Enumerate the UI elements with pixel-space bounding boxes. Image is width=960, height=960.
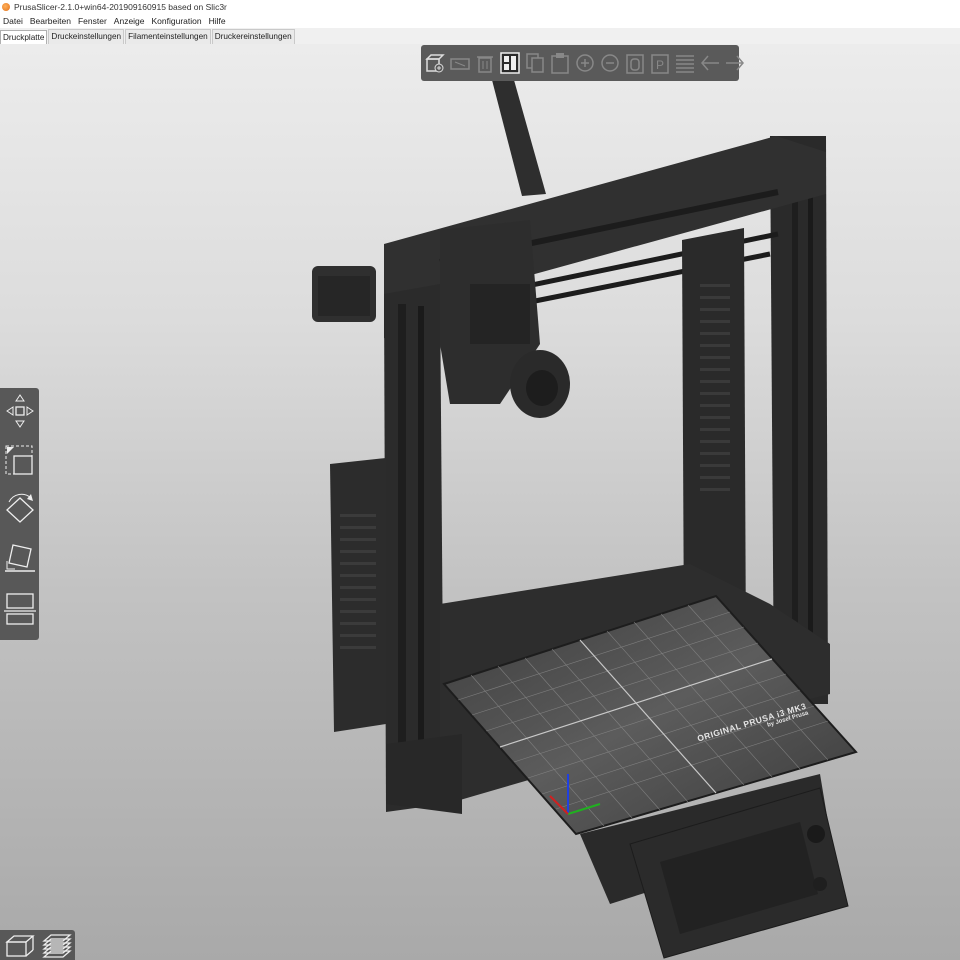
- scale-icon[interactable]: [2, 440, 37, 480]
- preview-layers-icon[interactable]: [40, 931, 74, 959]
- tab-bar: Druckplatte Druckeinstellungen Filamente…: [0, 28, 960, 45]
- prusaslicer-logo-icon: [2, 2, 10, 11]
- move-icon[interactable]: [2, 391, 37, 431]
- printer-model: [312, 80, 858, 959]
- support-points-icon[interactable]: [2, 616, 37, 638]
- arrange-icon[interactable]: [499, 50, 521, 76]
- menu-bearbeiten[interactable]: Bearbeiten: [27, 16, 74, 26]
- window-titlebar: PrusaSlicer-2.1.0+win64-201909160915 bas…: [0, 0, 960, 13]
- redo-icon[interactable]: [724, 50, 746, 76]
- 3d-view-icon[interactable]: [3, 931, 37, 959]
- menu-anzeige[interactable]: Anzeige: [111, 16, 148, 26]
- copy-icon[interactable]: [524, 50, 546, 76]
- rotate-icon[interactable]: [2, 489, 37, 529]
- add-instance-icon[interactable]: [574, 50, 596, 76]
- left-toolbar: [0, 388, 39, 640]
- tab-druckeinstellungen[interactable]: Druckeinstellungen: [48, 29, 125, 44]
- split-parts-icon[interactable]: P: [649, 50, 671, 76]
- tab-druckplatte[interactable]: Druckplatte: [0, 30, 48, 45]
- menu-fenster[interactable]: Fenster: [75, 16, 110, 26]
- paste-icon[interactable]: [549, 50, 571, 76]
- menu-hilfe[interactable]: Hilfe: [206, 16, 229, 26]
- 3d-viewport[interactable]: ORIGINAL PRUSA i3 MK3 by Josef Prusa P: [0, 44, 960, 960]
- menu-konfiguration[interactable]: Konfiguration: [149, 16, 205, 26]
- tab-druckereinstellungen[interactable]: Druckereinstellungen: [211, 29, 295, 44]
- bottom-toolbar: [0, 930, 75, 960]
- delete-all-icon[interactable]: [474, 50, 496, 76]
- layers-editing-icon[interactable]: [674, 50, 696, 76]
- place-on-face-icon[interactable]: [2, 538, 37, 578]
- remove-instance-icon[interactable]: [599, 50, 621, 76]
- delete-icon[interactable]: [449, 50, 471, 76]
- menu-datei[interactable]: Datei: [0, 16, 26, 26]
- menu-bar: Datei Bearbeiten Fenster Anzeige Konfigu…: [0, 13, 960, 28]
- window-title: PrusaSlicer-2.1.0+win64-201909160915 bas…: [14, 1, 227, 12]
- undo-icon[interactable]: [699, 50, 721, 76]
- add-object-icon[interactable]: [424, 50, 446, 76]
- tab-filamenteinstellungen[interactable]: Filamenteinstellungen: [125, 29, 211, 44]
- top-toolbar: P: [421, 45, 744, 81]
- svg-text:P: P: [656, 58, 664, 72]
- split-objects-icon[interactable]: [624, 50, 646, 76]
